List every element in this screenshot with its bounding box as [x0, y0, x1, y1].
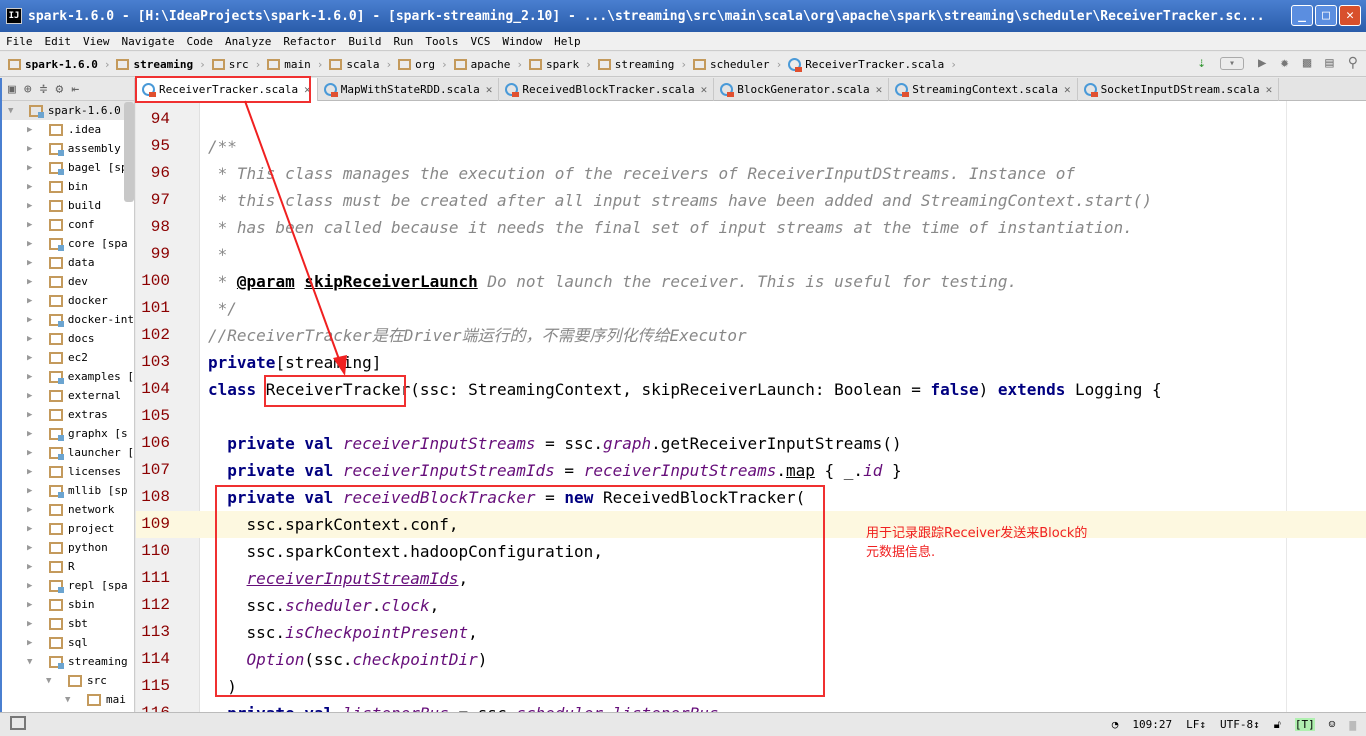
note-line-2: 元数据信息.: [866, 545, 936, 560]
note-line-1: 用于记录跟踪Receiver发送来Block的: [866, 526, 1088, 541]
annotation-arrow: [244, 100, 347, 376]
annotation-note: 用于记录跟踪Receiver发送来Block的 元数据信息.: [866, 524, 1087, 562]
